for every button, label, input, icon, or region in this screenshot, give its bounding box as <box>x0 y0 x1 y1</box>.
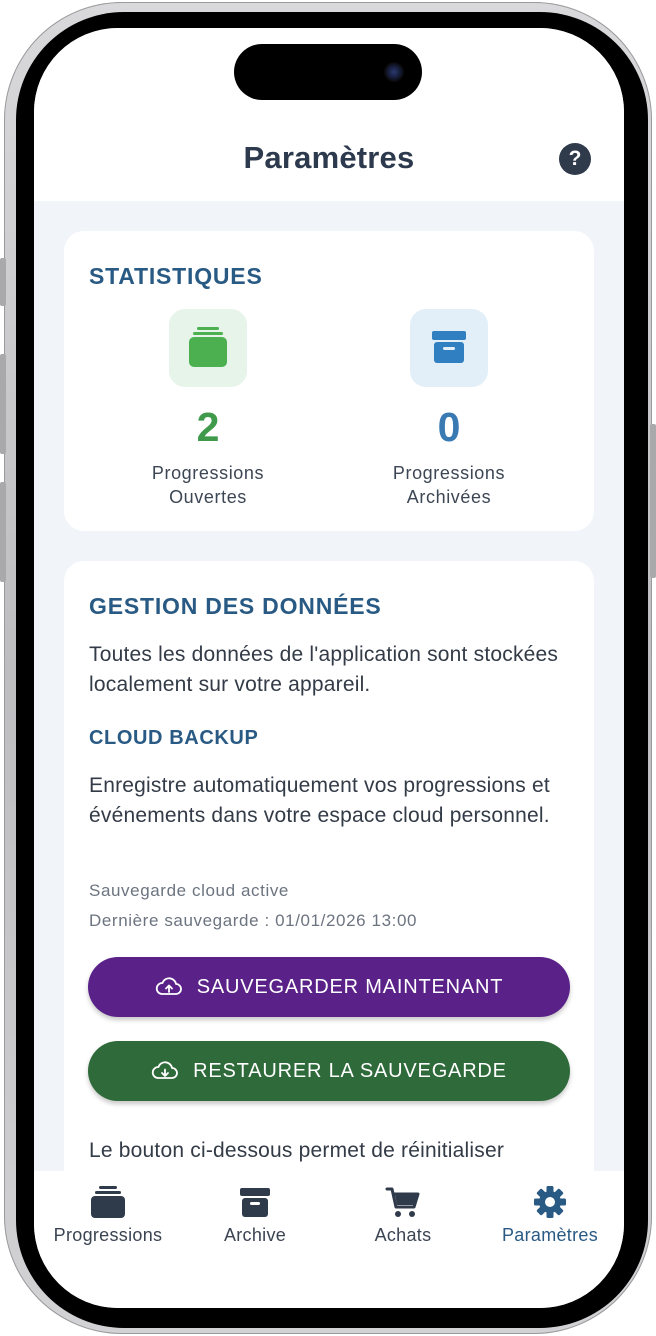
gear-icon <box>534 1186 566 1218</box>
reset-description: Le bouton ci-dessous permet de réinitial… <box>89 1139 505 1162</box>
restore-backup-button[interactable]: RESTAURER LA SAUVEGARDE <box>88 1041 570 1101</box>
archive-box-icon <box>432 331 466 363</box>
action-button <box>0 258 6 306</box>
data-storage-description: Toutes les données de l'application sont… <box>89 643 559 696</box>
volume-up-button <box>0 354 6 454</box>
nav-label-achats: Achats <box>374 1225 432 1245</box>
nav-label-archive: Archive <box>223 1225 287 1245</box>
data-management-card: GESTION DES DONNÉES Toutes les données d… <box>64 561 594 1261</box>
data-management-title: GESTION DES DONNÉES <box>89 593 382 619</box>
folder-stack-icon <box>189 327 227 367</box>
nav-label-parametres: Paramètres <box>501 1225 599 1245</box>
stat-archived-label: Progressions Archivées <box>349 461 549 509</box>
nav-item-achats[interactable]: Achats <box>329 1185 477 1246</box>
stat-open-label-line1: Progressions <box>151 463 265 483</box>
camera-icon <box>384 62 404 82</box>
stat-open-value: 2 <box>196 404 220 450</box>
stat-archived-value: 0 <box>437 404 461 450</box>
dynamic-island <box>234 44 422 100</box>
volume-down-button <box>0 482 6 582</box>
backup-now-label: SAUVEGARDER MAINTENANT <box>196 975 504 998</box>
cloud-backup-title: CLOUD BACKUP <box>89 727 259 749</box>
stat-archived-icon-box <box>410 309 488 387</box>
nav-item-progressions[interactable]: Progressions <box>34 1185 182 1246</box>
nav-item-parametres[interactable]: Paramètres <box>476 1185 624 1246</box>
cart-icon <box>385 1187 420 1217</box>
restore-backup-label: RESTAURER LA SAUVEGARDE <box>193 1059 507 1082</box>
backup-now-button[interactable]: SAUVEGARDER MAINTENANT <box>88 957 570 1017</box>
app-screen: Paramètres ? STATISTIQUES 2 Progressions… <box>34 28 624 1308</box>
bottom-navigation: Progressions Archive Achats Paramètres <box>34 1171 624 1308</box>
stat-archived-label-line1: Progressions <box>392 463 506 483</box>
cloud-download-icon <box>152 1061 178 1079</box>
last-backup-date: Dernière sauvegarde : 01/01/2026 13:00 <box>89 911 418 930</box>
statistics-title: STATISTIQUES <box>89 263 263 289</box>
nav-label-progressions: Progressions <box>53 1225 163 1245</box>
stat-open-progressions: 2 Progressions Ouvertes <box>108 309 308 509</box>
page-title: Paramètres <box>243 140 415 175</box>
help-button[interactable]: ? <box>559 143 591 175</box>
cloud-backup-description: Enregistre automatiquement vos progressi… <box>89 774 550 827</box>
stat-open-label: Progressions Ouvertes <box>108 461 308 509</box>
statistics-card: STATISTIQUES 2 Progressions Ouvertes 0 P… <box>64 231 594 531</box>
cloud-upload-icon <box>155 977 182 995</box>
stat-archived-label-line2: Archivées <box>406 487 492 507</box>
stat-open-icon-box <box>169 309 247 387</box>
cloud-status: Sauvegarde cloud active <box>89 881 289 900</box>
stat-archived-progressions: 0 Progressions Archivées <box>349 309 549 509</box>
stat-open-label-line2: Ouvertes <box>169 487 247 507</box>
power-button <box>650 424 656 578</box>
folder-stack-icon <box>91 1186 125 1218</box>
archive-box-icon <box>240 1188 270 1217</box>
home-indicator <box>234 1290 424 1296</box>
nav-item-archive[interactable]: Archive <box>181 1185 329 1246</box>
